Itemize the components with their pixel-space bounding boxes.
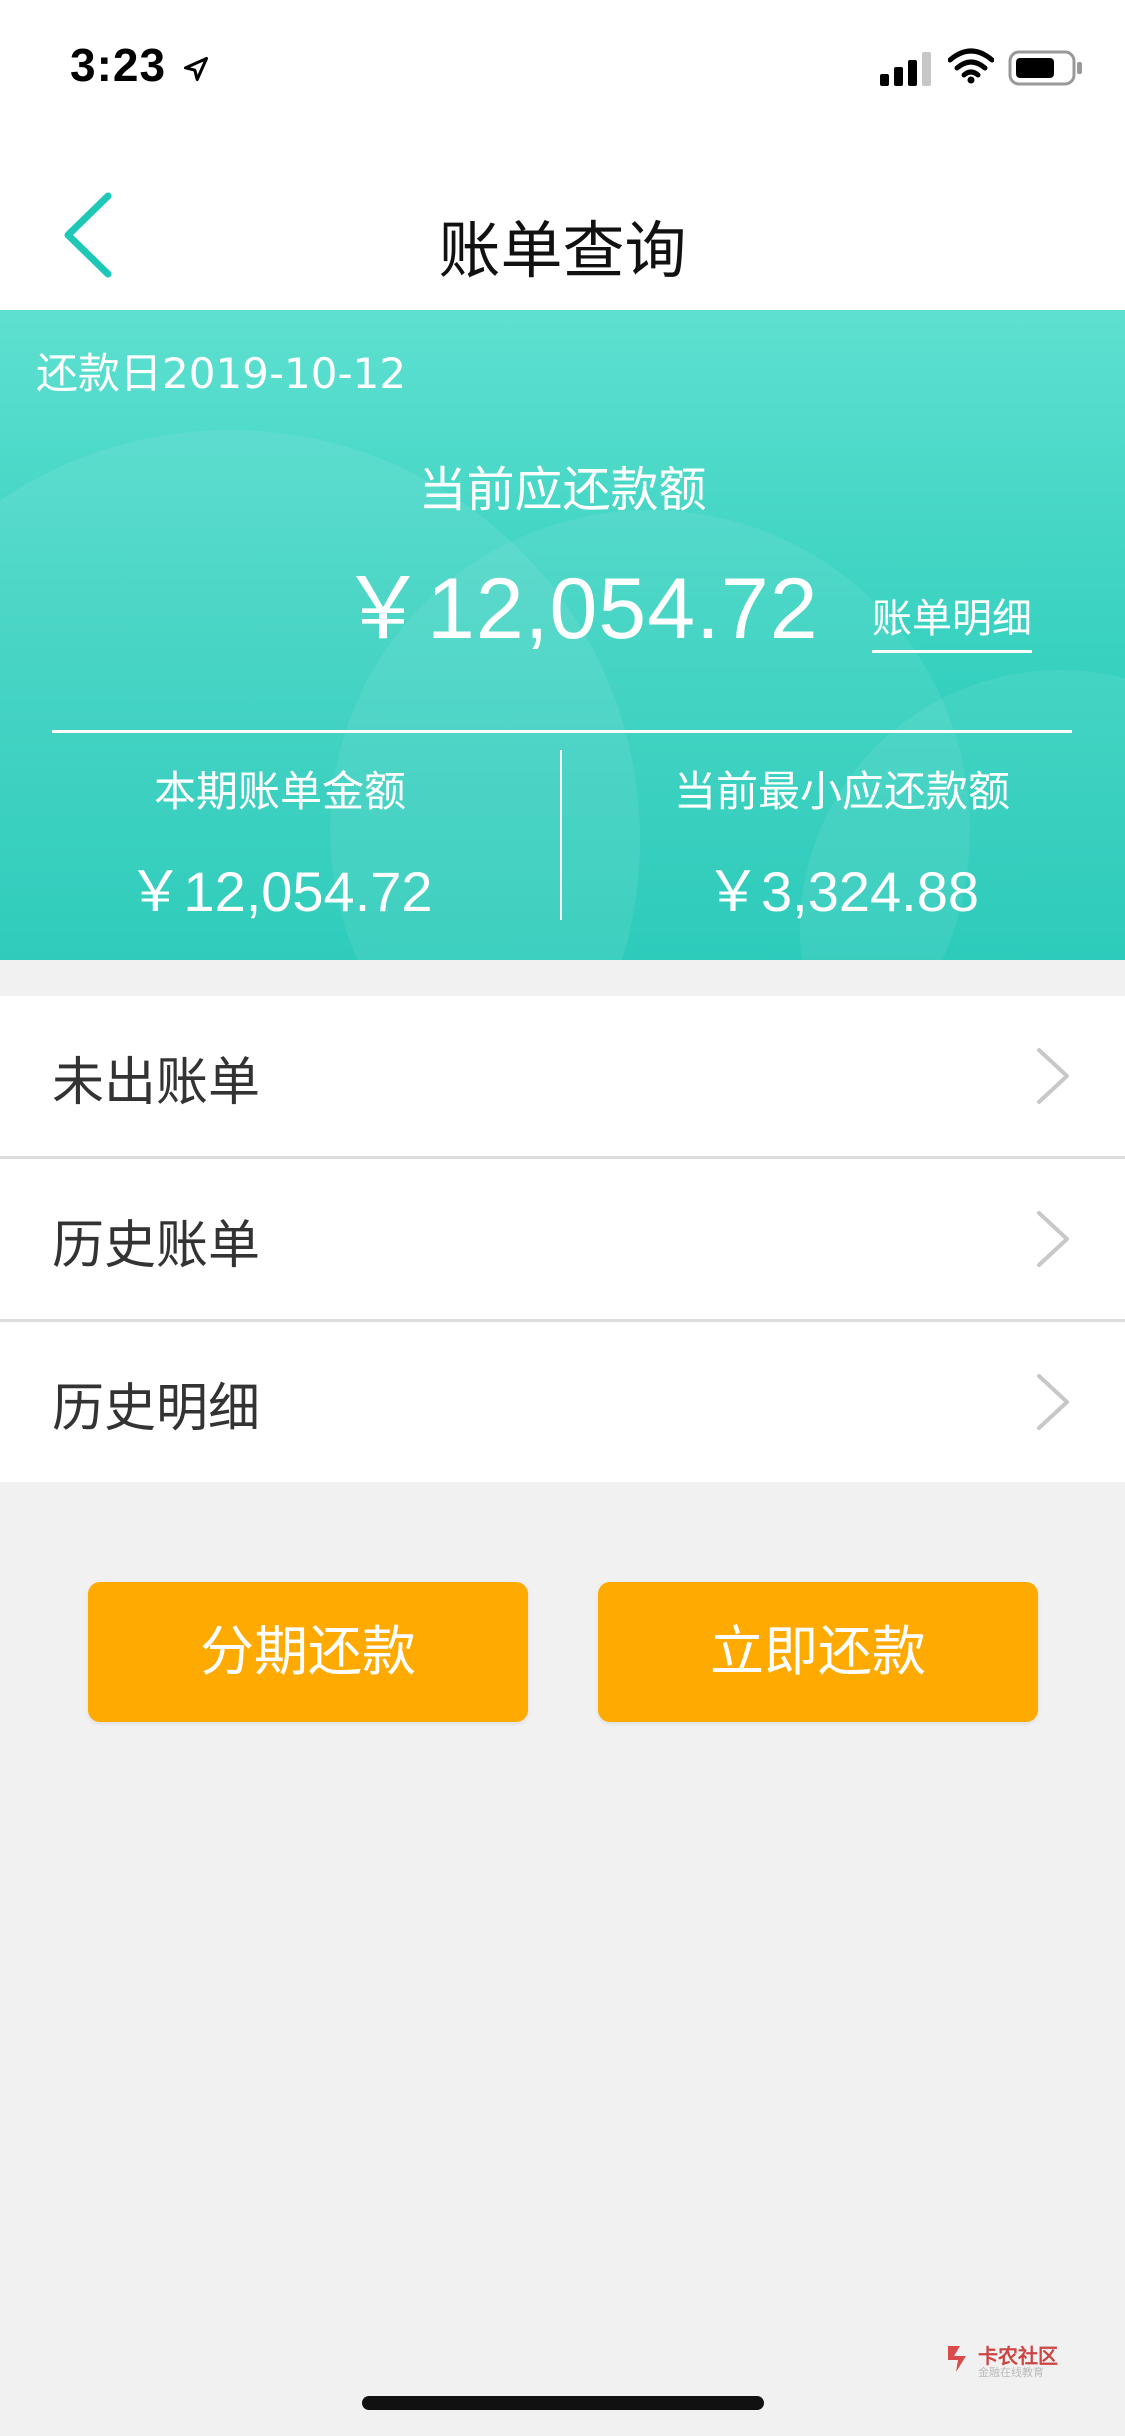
watermark: 卡农社区 金融在线教育 [944,2340,1064,2380]
page-title: 账单查询 [438,214,687,287]
bill-detail-link[interactable]: 账单明细 [872,586,1032,653]
bill-inquiry-screen: 3:23 账单查询 还款日2019-10-12 当前应还款额 ￥12,054.7… [0,0,1125,2436]
home-indicator[interactable] [362,2396,764,2410]
statement-amount-label: 本期账单金额 [153,767,406,816]
list-item-unbilled[interactable]: 未出账单 [0,996,1125,1159]
chevron-right-icon [1037,1374,1069,1430]
status-time: 3:23 [70,39,167,91]
kanong-logo-icon [948,2346,966,2372]
bill-summary-card: 还款日2019-10-12 当前应还款额 ￥12,054.72 账单明细 本期账… [0,310,1125,960]
minimum-payment-block: 当前最小应还款额 ￥3,324.88 [562,758,1122,928]
list-item-label: 未出账单 [52,1053,261,1113]
due-date: 还款日2019-10-12 [36,349,407,398]
minimum-payment-value: ￥3,324.88 [705,860,979,923]
watermark-subtitle: 金融在线教育 [978,2366,1044,2379]
statement-amount-value: ￥12,054.72 [127,860,433,923]
repay-now-button[interactable]: 立即还款 [598,1582,1038,1722]
current-due-amount: ￥12,054.72 [340,561,819,657]
list-item-history-bills[interactable]: 历史账单 [0,1159,1125,1322]
list-item-label: 历史账单 [52,1216,261,1276]
status-bar: 3:23 [0,0,1125,132]
minimum-payment-label: 当前最小应还款额 [673,767,1010,816]
current-due-label: 当前应还款额 [418,462,707,518]
list-item-history-details[interactable]: 历史明细 [0,1322,1125,1482]
location-arrow-icon [183,56,209,82]
chevron-right-icon [1037,1211,1069,1267]
wifi-icon [948,48,994,84]
bill-menu-list: 未出账单 历史账单 历史明细 [0,996,1125,1482]
navigation-bar: 账单查询 [0,132,1125,310]
chevron-right-icon [1037,1048,1069,1104]
statement-amount-block: 本期账单金额 ￥12,054.72 [0,758,560,928]
installment-repay-button[interactable]: 分期还款 [88,1582,528,1722]
battery-icon [1008,50,1082,86]
divider [52,730,1072,733]
signal-icon [880,52,931,86]
list-item-label: 历史明细 [52,1379,261,1439]
